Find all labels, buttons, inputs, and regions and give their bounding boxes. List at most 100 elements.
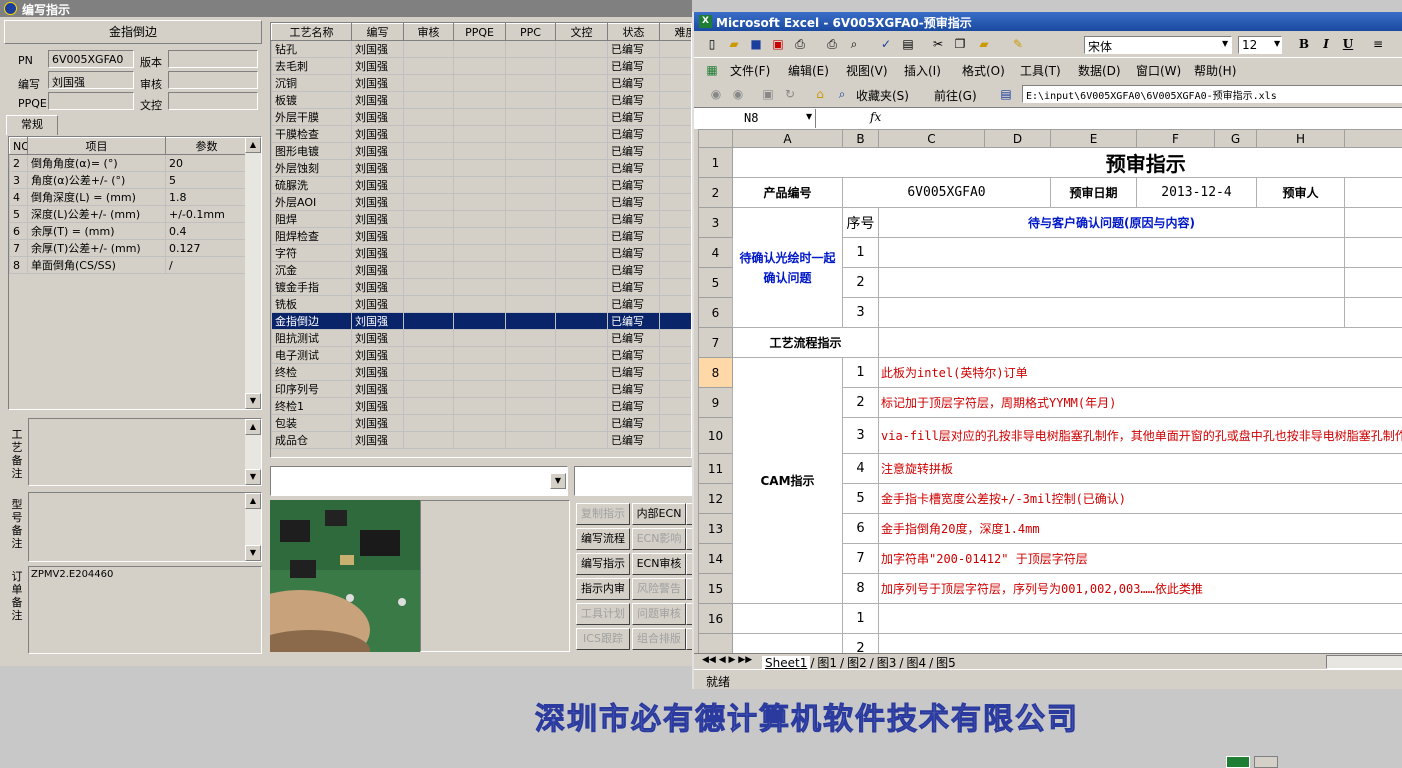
cell-writer[interactable]: 刘国强 bbox=[351, 414, 404, 432]
col-header-writer[interactable]: 编写 bbox=[351, 23, 404, 41]
param-value[interactable]: 0.4 bbox=[165, 222, 248, 240]
row-header[interactable]: 7 bbox=[698, 327, 733, 358]
save-icon[interactable]: ■ bbox=[748, 36, 764, 52]
col-header[interactable]: E bbox=[1050, 129, 1137, 148]
secondary-select[interactable] bbox=[574, 466, 692, 496]
col-header[interactable]: D bbox=[984, 129, 1051, 148]
cell-status[interactable]: 已编写 bbox=[607, 312, 660, 330]
bold-icon[interactable]: B bbox=[1296, 36, 1312, 52]
cam-item-text[interactable]: via-fill层对应的孔按非导电树脂塞孔制作，其他单面开窗的孔或盘中孔也按非导… bbox=[878, 417, 1402, 454]
sheet-cell[interactable] bbox=[878, 327, 1402, 358]
cell-writer[interactable]: 刘国强 bbox=[351, 142, 404, 160]
pending-num[interactable]: 3 bbox=[842, 297, 879, 328]
new-icon[interactable]: ▯ bbox=[704, 36, 720, 52]
cam-item-text[interactable]: 注意旋转拼板 bbox=[878, 453, 1402, 484]
cell-ppc[interactable] bbox=[505, 91, 556, 109]
cell-ppqe[interactable] bbox=[453, 40, 506, 58]
menu-file[interactable]: 文件(F) bbox=[730, 62, 770, 79]
col-header[interactable]: H bbox=[1256, 129, 1345, 148]
favorites-menu[interactable]: 收藏夹(S) bbox=[856, 87, 909, 104]
sheet-cell[interactable] bbox=[878, 237, 1345, 268]
cell-review[interactable] bbox=[403, 278, 454, 296]
model-note-field[interactable]: ▲ ▼ bbox=[28, 492, 262, 562]
table-row[interactable]: 6 余厚(T) = (mm) 0.4 bbox=[9, 222, 248, 240]
cell-ppc[interactable] bbox=[505, 125, 556, 143]
cell-wenkong[interactable] bbox=[555, 210, 608, 228]
print-preview-icon[interactable]: ⎙ bbox=[824, 36, 840, 52]
cam-item-num[interactable]: 1 bbox=[842, 357, 879, 388]
param-value[interactable]: +/-0.1mm bbox=[165, 205, 248, 223]
cell-writer[interactable]: 刘国强 bbox=[351, 108, 404, 126]
col-header[interactable]: B bbox=[842, 129, 879, 148]
table-row[interactable]: 图形电镀 刘国强 已编写 bbox=[271, 142, 691, 160]
cell-ppc[interactable] bbox=[505, 244, 556, 262]
cell-difficulty[interactable] bbox=[659, 176, 691, 194]
sheet-cell[interactable] bbox=[878, 267, 1345, 298]
sheet-cell[interactable] bbox=[878, 633, 1402, 653]
cell-process-name[interactable]: 印序列号 bbox=[271, 380, 352, 398]
cell-status[interactable]: 已编写 bbox=[607, 431, 660, 449]
cell-review[interactable] bbox=[403, 414, 454, 432]
cam-item-num[interactable]: 5 bbox=[842, 483, 879, 514]
row-header[interactable]: 5 bbox=[698, 267, 733, 298]
table-row[interactable]: 沉铜 刘国强 已编写 bbox=[271, 74, 691, 92]
action-button[interactable]: 工具计划 bbox=[576, 603, 630, 625]
table-row[interactable]: 阻焊 刘国强 已编写 bbox=[271, 210, 691, 228]
table-row[interactable]: 2 倒角角度(α)= (°) 20 bbox=[9, 154, 248, 172]
reviewer-value[interactable] bbox=[1344, 177, 1402, 208]
cell-ppc[interactable] bbox=[505, 142, 556, 160]
table-row[interactable]: 金指倒边 刘国强 已编写 bbox=[271, 312, 691, 330]
confirm-title[interactable]: 待与客户确认问题(原因与内容) bbox=[878, 207, 1345, 238]
cell-wenkong[interactable] bbox=[555, 176, 608, 194]
cell-ppqe[interactable] bbox=[453, 91, 506, 109]
action-button[interactable]: 编写指示 bbox=[576, 553, 630, 575]
cell-wenkong[interactable] bbox=[555, 346, 608, 364]
cell-status[interactable]: 已编写 bbox=[607, 176, 660, 194]
format-painter-icon[interactable]: ✎ bbox=[1010, 36, 1026, 52]
cell-process-name[interactable]: 外层干膜 bbox=[271, 108, 352, 126]
refresh-icon[interactable]: ↻ bbox=[782, 86, 798, 102]
cell-process-name[interactable]: 板镀 bbox=[271, 91, 352, 109]
tray-icon[interactable] bbox=[1226, 756, 1250, 768]
cell-ppc[interactable] bbox=[505, 329, 556, 347]
pending-num[interactable]: 1 bbox=[842, 237, 879, 268]
cell-status[interactable]: 已编写 bbox=[607, 159, 660, 177]
align-left-icon[interactable]: ≡ bbox=[1370, 36, 1386, 52]
col-header-review[interactable]: 审核 bbox=[403, 23, 454, 41]
font-name-select[interactable]: 宋体 bbox=[1084, 36, 1232, 54]
sheet-cell[interactable] bbox=[878, 297, 1345, 328]
row-header[interactable] bbox=[698, 633, 733, 653]
cell-process-name[interactable]: 电子测试 bbox=[271, 346, 352, 364]
cell-difficulty[interactable] bbox=[659, 244, 691, 262]
action-button[interactable]: 风险警告 bbox=[632, 578, 686, 600]
seq-label[interactable]: 序号 bbox=[842, 207, 879, 238]
cell-writer[interactable]: 刘国强 bbox=[351, 397, 404, 415]
action-button[interactable]: 复制指示 bbox=[576, 503, 630, 525]
table-row[interactable]: 阻焊检查 刘国强 已编写 bbox=[271, 227, 691, 245]
menu-insert[interactable]: 插入(I) bbox=[904, 62, 941, 79]
cell-status[interactable]: 已编写 bbox=[607, 244, 660, 262]
row-header[interactable]: 6 bbox=[698, 297, 733, 328]
cam-item-num[interactable]: 4 bbox=[842, 453, 879, 484]
cell-ppqe[interactable] bbox=[453, 346, 506, 364]
cell-status[interactable]: 已编写 bbox=[607, 193, 660, 211]
cell-ppc[interactable] bbox=[505, 431, 556, 449]
sheet-cell[interactable] bbox=[732, 603, 843, 634]
cell-process-name[interactable]: 图形电镀 bbox=[271, 142, 352, 160]
product-value[interactable]: 6V005XGFA0 bbox=[842, 177, 1051, 208]
action-button[interactable]: ECN审核 bbox=[632, 553, 686, 575]
goto-menu[interactable]: 前往(G) bbox=[934, 87, 977, 104]
sheet-tab[interactable]: 图4 bbox=[903, 656, 929, 670]
cell-status[interactable]: 已编写 bbox=[607, 278, 660, 296]
cell-ppc[interactable] bbox=[505, 295, 556, 313]
cell-difficulty[interactable] bbox=[659, 329, 691, 347]
cell-process-name[interactable]: 镀金手指 bbox=[271, 278, 352, 296]
cell-wenkong[interactable] bbox=[555, 227, 608, 245]
cell-process-name[interactable]: 成品仓 bbox=[271, 431, 352, 449]
cell-ppqe[interactable] bbox=[453, 431, 506, 449]
cell-ppqe[interactable] bbox=[453, 414, 506, 432]
cell-wenkong[interactable] bbox=[555, 159, 608, 177]
sheet-tab[interactable]: Sheet1 bbox=[762, 656, 811, 670]
cam-item-num[interactable]: 3 bbox=[842, 417, 879, 454]
cell-wenkong[interactable] bbox=[555, 125, 608, 143]
